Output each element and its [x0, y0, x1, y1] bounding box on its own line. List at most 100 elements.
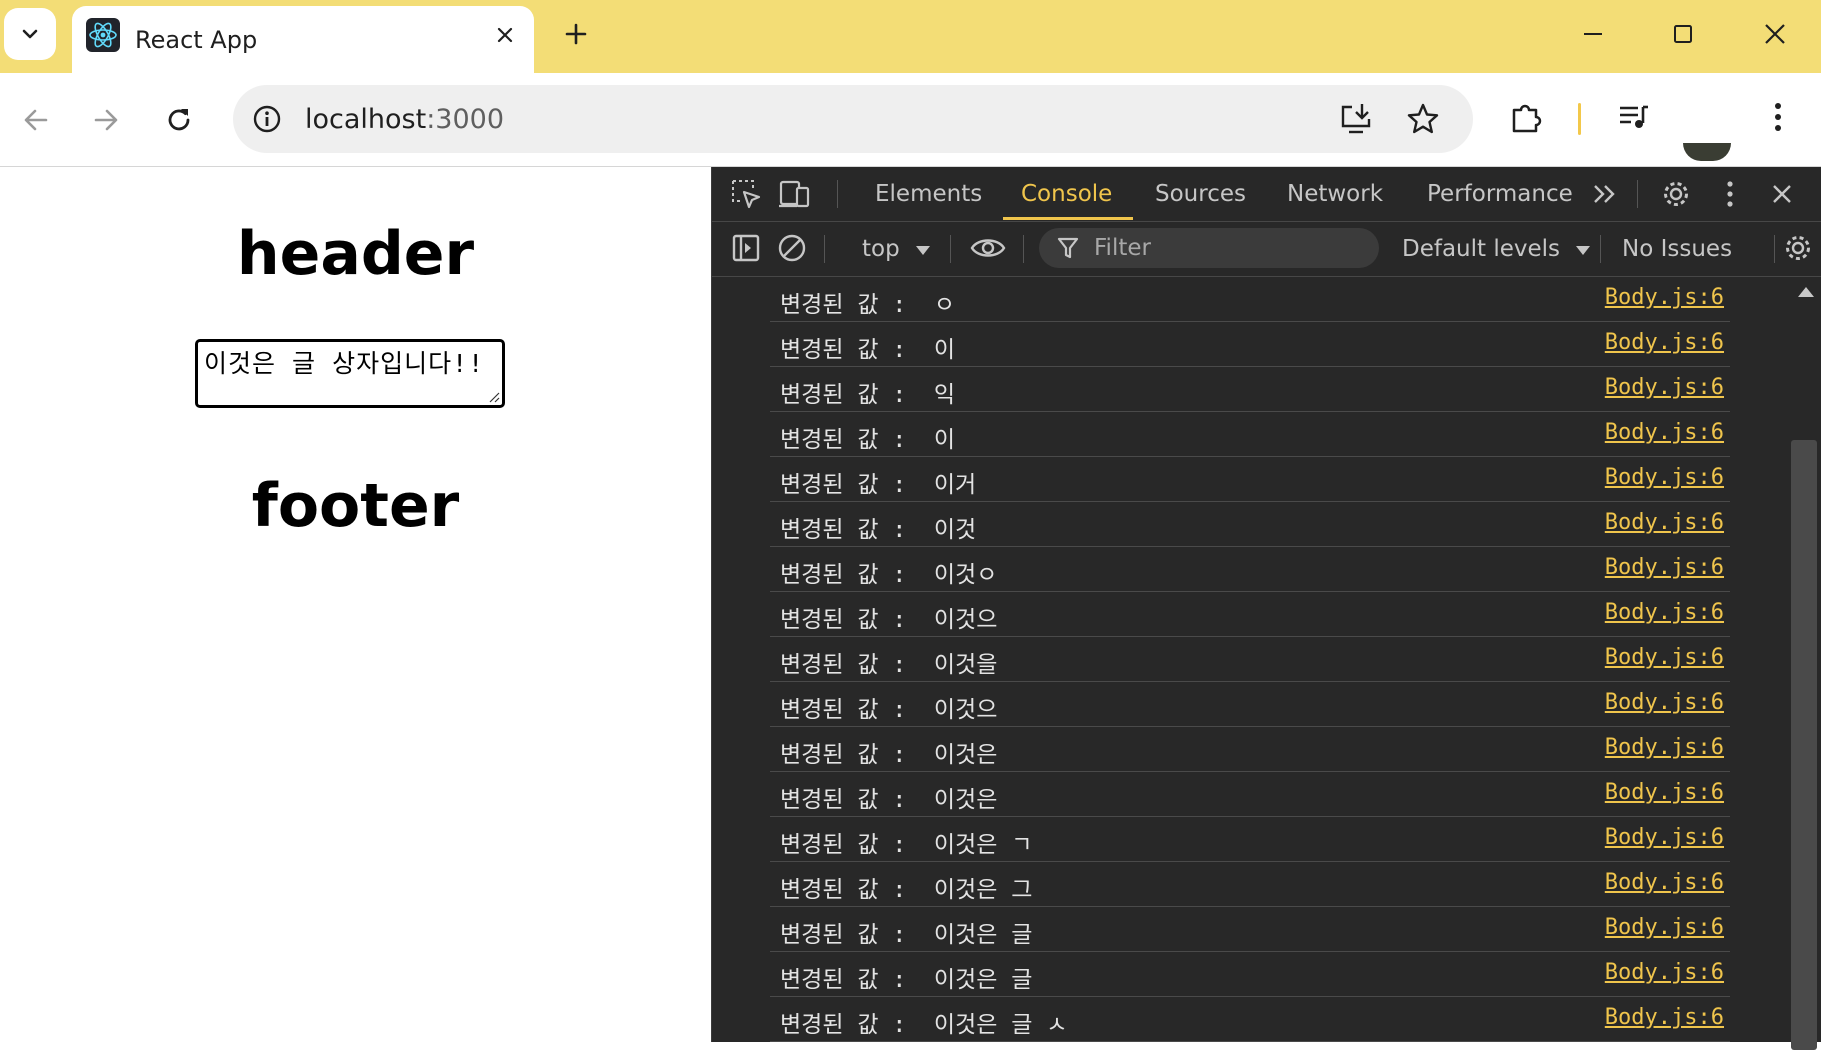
- maximize-button[interactable]: [1660, 12, 1706, 56]
- inspect-element-button[interactable]: [726, 174, 766, 214]
- log-source-link[interactable]: Body.js:6: [1605, 330, 1724, 355]
- media-control-icon: [1620, 105, 1648, 128]
- console-log-row: 변경된 값 : 이 Body.js:6: [770, 322, 1730, 367]
- reload-icon: [168, 109, 190, 131]
- log-source-link[interactable]: Body.js:6: [1605, 870, 1724, 895]
- log-source-link[interactable]: Body.js:6: [1605, 600, 1724, 625]
- log-message: 변경된 값 : 이것ㅇ: [780, 562, 998, 588]
- log-source-link[interactable]: Body.js:6: [1605, 555, 1724, 580]
- minimize-button[interactable]: [1570, 12, 1616, 56]
- log-source-link[interactable]: Body.js:6: [1605, 420, 1724, 445]
- reload-button[interactable]: [157, 98, 201, 142]
- url-host: localhost: [305, 104, 427, 135]
- log-source-link[interactable]: Body.js:6: [1605, 735, 1724, 760]
- install-app-icon: [1341, 104, 1371, 134]
- tab-close-button[interactable]: [490, 20, 520, 50]
- browser-toolbar: localhost:3000: [0, 73, 1821, 167]
- browser-menu-button[interactable]: [1756, 95, 1800, 139]
- toolbar-separator: [824, 235, 825, 263]
- log-levels-dropdown[interactable]: Default levels: [1402, 236, 1591, 262]
- log-source-link[interactable]: Body.js:6: [1605, 960, 1724, 985]
- media-controls-button[interactable]: [1612, 95, 1656, 139]
- log-message: 변경된 값 : 이것: [780, 517, 977, 543]
- sidebar-toggle-button[interactable]: [726, 228, 766, 268]
- install-app-button[interactable]: [1338, 101, 1374, 137]
- text-area[interactable]: 이것은 글 상자입니다!!: [195, 339, 505, 408]
- log-message: 변경된 값 : 이것은: [780, 742, 998, 768]
- filter-icon: [1057, 237, 1079, 259]
- gear-icon: [1664, 182, 1688, 206]
- tab-elements[interactable]: Elements: [875, 181, 982, 207]
- toolbar-separator: [950, 235, 951, 263]
- log-message: 변경된 값 : 이것은 ㄱ: [780, 832, 1033, 858]
- device-toolbar-button[interactable]: [774, 174, 814, 214]
- scrollbar-thumb[interactable]: [1791, 440, 1817, 1050]
- tab-sources[interactable]: Sources: [1155, 181, 1246, 207]
- forward-button[interactable]: [84, 98, 128, 142]
- log-source-link[interactable]: Body.js:6: [1605, 1005, 1724, 1030]
- star-icon: [1407, 103, 1439, 134]
- dropdown-triangle-icon: [1576, 246, 1591, 255]
- tab-title: React App: [135, 26, 258, 54]
- log-message: 변경된 값 : 이것은 글: [780, 922, 1033, 948]
- browser-tab[interactable]: React App: [72, 6, 534, 73]
- devtools-menu-button[interactable]: [1710, 174, 1750, 214]
- console-log-list: 변경된 값 : ㅇ Body.js:6 변경된 값 : 이 Body.js:6 변경된 …: [712, 277, 1787, 1042]
- console-log-row: 변경된 값 : 이것은 글 ㅅ Body.js:6: [770, 997, 1730, 1042]
- url-text[interactable]: localhost:3000: [305, 104, 504, 135]
- issues-counter[interactable]: No Issues: [1622, 236, 1732, 262]
- console-settings-button[interactable]: [1778, 228, 1818, 268]
- back-button[interactable]: [14, 98, 58, 142]
- chevron-down-icon: [22, 29, 38, 39]
- dropdown-triangle-icon: [916, 246, 931, 255]
- info-icon: [253, 105, 281, 133]
- bookmark-button[interactable]: [1405, 101, 1441, 137]
- log-message: 변경된 값 : 이: [780, 337, 956, 363]
- log-source-link[interactable]: Body.js:6: [1605, 690, 1724, 715]
- inspect-element-icon: [732, 180, 761, 209]
- log-source-link[interactable]: Body.js:6: [1605, 780, 1724, 805]
- log-message: 변경된 값 : 이것은: [780, 787, 998, 813]
- tab-list-button[interactable]: [4, 8, 56, 60]
- live-expression-button[interactable]: [968, 228, 1008, 268]
- log-source-link[interactable]: Body.js:6: [1605, 825, 1724, 850]
- extensions-button[interactable]: [1504, 95, 1548, 139]
- tab-performance[interactable]: Performance: [1427, 181, 1573, 207]
- address-bar[interactable]: localhost:3000: [233, 85, 1473, 153]
- console-log-row: 변경된 값 : 이거 Body.js:6: [770, 457, 1730, 502]
- more-tabs-button[interactable]: [1585, 174, 1625, 214]
- devtools-close-button[interactable]: [1762, 174, 1802, 214]
- tab-network[interactable]: Network: [1287, 181, 1383, 207]
- kebab-menu-icon: [1727, 181, 1733, 207]
- console-log-row: 변경된 값 : 이것은 ㄱ Body.js:6: [770, 817, 1730, 862]
- log-message: 변경된 값 : 이것은 글: [780, 967, 1033, 993]
- window-close-button[interactable]: [1752, 12, 1798, 56]
- avatar[interactable]: [1683, 143, 1731, 161]
- console-log-row: 변경된 값 : 이 Body.js:6: [770, 412, 1730, 457]
- console-log-row: 변경된 값 : 이것은 글 Body.js:6: [770, 907, 1730, 952]
- active-tab-indicator: [1003, 217, 1133, 220]
- resize-grip-icon[interactable]: [488, 391, 500, 403]
- filter-placeholder: Filter: [1094, 235, 1151, 261]
- clear-console-button[interactable]: [772, 228, 812, 268]
- log-message: 변경된 값 : 이것은 글 ㅅ: [780, 1012, 1068, 1038]
- log-source-link[interactable]: Body.js:6: [1605, 285, 1724, 310]
- log-source-link[interactable]: Body.js:6: [1605, 915, 1724, 940]
- console-scrollbar[interactable]: [1788, 277, 1821, 1050]
- page-header: header: [236, 219, 475, 289]
- console-log-row: 변경된 값 : 이것은 그 Body.js:6: [770, 862, 1730, 907]
- new-tab-button[interactable]: [556, 14, 596, 54]
- puzzle-icon: [1512, 104, 1542, 133]
- log-source-link[interactable]: Body.js:6: [1605, 645, 1724, 670]
- log-source-link[interactable]: Body.js:6: [1605, 510, 1724, 535]
- log-source-link[interactable]: Body.js:6: [1605, 465, 1724, 490]
- site-info-button[interactable]: [249, 101, 285, 137]
- text-area-value: 이것은 글 상자입니다!!: [204, 349, 485, 378]
- context-selector[interactable]: top: [862, 236, 931, 262]
- devtools-settings-button[interactable]: [1656, 174, 1696, 214]
- scroll-up-arrow[interactable]: [1798, 287, 1814, 297]
- log-message: 변경된 값 : 이것으: [780, 607, 998, 633]
- log-source-link[interactable]: Body.js:6: [1605, 375, 1724, 400]
- tab-console[interactable]: Console: [1021, 181, 1112, 207]
- filter-input[interactable]: Filter: [1039, 228, 1379, 268]
